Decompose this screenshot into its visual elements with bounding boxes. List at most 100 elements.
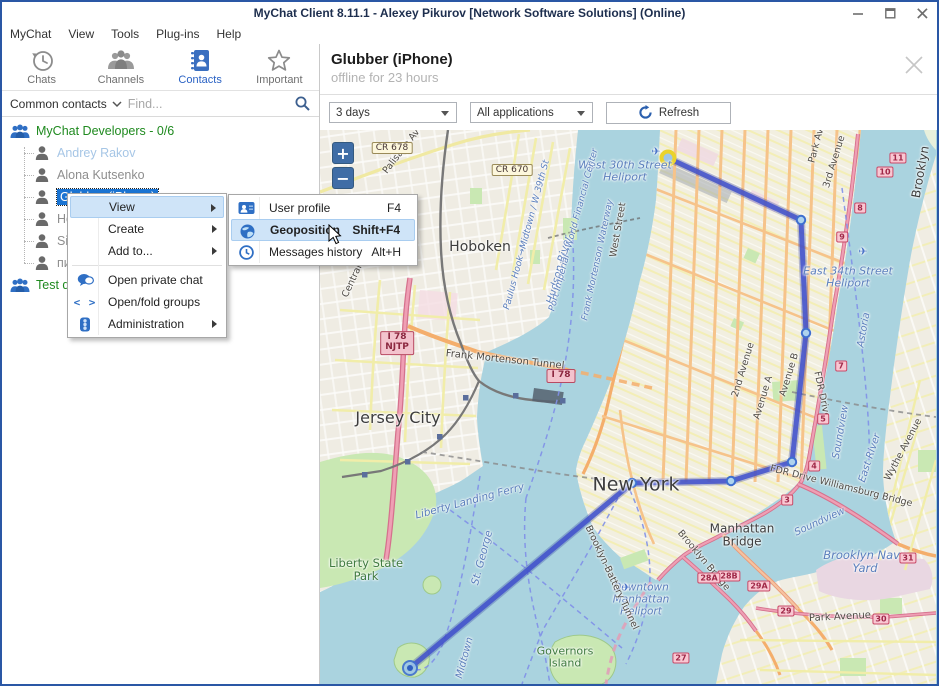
toolbar: Chats Channels (2, 44, 319, 91)
search-input[interactable] (128, 97, 294, 111)
minimize-button[interactable] (851, 6, 865, 20)
close-button[interactable] (915, 6, 929, 20)
maximize-button[interactable] (883, 6, 897, 20)
menu-item-messages-history[interactable]: Messages history Alt+H (231, 241, 415, 263)
title-bar: MyChat Client 8.11.1 - Alexey Pikurov [N… (2, 2, 937, 24)
left-column: Chats Channels (2, 44, 320, 684)
fold-groups-icon: < > (76, 294, 94, 310)
tab-label: Chats (27, 74, 56, 86)
history-clock-icon (29, 48, 55, 73)
menu-item-administration[interactable]: Administration (70, 313, 224, 335)
contact-status: offline for 23 hours (331, 70, 937, 85)
minimize-icon (853, 8, 864, 19)
menu-item-add-to[interactable]: Add to... (70, 240, 224, 262)
map-zoom-in-button[interactable]: + (332, 142, 354, 164)
submenu-arrow-icon (212, 247, 217, 255)
applications-value: All applications (477, 107, 554, 119)
contact-icon (34, 211, 50, 227)
menu-item-label: Administration (108, 317, 184, 331)
menu-item-label: Add to... (108, 244, 153, 258)
tab-label: Channels (98, 74, 144, 86)
tab-channels[interactable]: Channels (81, 44, 160, 90)
period-dropdown[interactable]: 3 days (329, 102, 457, 123)
contact-icon (34, 233, 50, 249)
menu-item-open-fold-groups[interactable]: < >Open/fold groups (70, 291, 224, 313)
geoposition-panel: Glubber (iPhone) offline for 23 hours 3 … (320, 44, 937, 684)
search-icon[interactable] (294, 95, 311, 112)
route-waypoint-marker (727, 477, 735, 485)
route-waypoint-marker (628, 479, 636, 487)
route-waypoint-marker (788, 458, 796, 466)
map-controls-row: 3 days All applications Refresh (320, 95, 937, 130)
tab-chats[interactable]: Chats (2, 44, 81, 90)
menubar-item-help[interactable]: Help (217, 27, 242, 41)
chat-bubble-icon (76, 272, 94, 288)
menu-item-create[interactable]: Create (70, 218, 224, 240)
address-book-icon (187, 48, 213, 73)
panel-header: Glubber (iPhone) offline for 23 hours (320, 44, 937, 95)
group-icon (10, 278, 30, 293)
submenu-arrow-icon (212, 320, 217, 328)
contact-name: Alona Kutsenko (57, 168, 145, 182)
context-menu: View Create Add to... Open private chat< >O… (67, 193, 227, 338)
people-group-icon (106, 48, 136, 73)
refresh-icon (638, 105, 653, 120)
window-controls (851, 2, 929, 24)
main-area: Chats Channels (2, 44, 937, 684)
view-submenu: User profile F4 Geoposition Shift+F4 Message… (228, 194, 418, 266)
menu-item-label: View (109, 200, 135, 214)
refresh-label: Refresh (659, 107, 699, 119)
contact-icon (34, 145, 50, 161)
user-card-icon (237, 200, 255, 216)
menubar-item-tools[interactable]: Tools (111, 27, 139, 41)
menu-item-label: User profile (269, 201, 330, 215)
menu-item-label: Messages history (269, 245, 362, 259)
chevron-down-icon (441, 111, 449, 116)
contacts-filter-dropdown[interactable]: Common contacts (10, 97, 107, 111)
submenu-arrow-icon (211, 204, 216, 212)
tab-contacts[interactable]: Contacts (161, 44, 240, 90)
menubar-item-plug-ins[interactable]: Plug-ins (156, 27, 199, 41)
menu-item-geoposition[interactable]: Geoposition Shift+F4 (231, 219, 415, 241)
menu-shortcut: Alt+H (371, 245, 401, 259)
app-window: MyChat Client 8.11.1 - Alexey Pikurov [N… (0, 0, 939, 686)
contacts-filter-row: Common contacts (2, 91, 319, 117)
map-zoom-out-button[interactable]: − (332, 167, 354, 189)
group-row[interactable]: MyChat Developers - 0/6 (2, 120, 319, 142)
applications-dropdown[interactable]: All applications (470, 102, 593, 123)
route-waypoint-marker (797, 216, 805, 224)
contact-icon (34, 189, 50, 205)
history-icon (237, 244, 255, 260)
menu-item-label: Geoposition (270, 223, 340, 237)
route-start-marker (662, 152, 675, 165)
tab-important[interactable]: Important (240, 44, 319, 90)
route-waypoint-marker (802, 329, 810, 337)
menu-item-view[interactable]: View (70, 196, 224, 218)
group-name: MyChat Developers - 0/6 (36, 124, 174, 138)
chevron-down-icon[interactable] (112, 101, 122, 108)
maximize-icon (885, 8, 896, 19)
contact-row[interactable]: Andrey Rakov (2, 142, 319, 164)
panel-close-button[interactable] (903, 54, 925, 81)
group-icon (10, 124, 30, 139)
menu-bar: MyChat View Tools Plug-ins Help (2, 24, 937, 44)
menubar-item-mychat[interactable]: MyChat (10, 27, 51, 41)
menu-item-user-profile[interactable]: User profile F4 (231, 197, 415, 219)
globe-icon (238, 223, 256, 239)
menubar-item-view[interactable]: View (68, 27, 94, 41)
menu-shortcut: F4 (387, 201, 401, 215)
period-value: 3 days (336, 107, 370, 119)
close-icon (903, 54, 925, 76)
menu-item-open-private-chat[interactable]: Open private chat (70, 269, 224, 291)
contact-row[interactable]: Alona Kutsenko (2, 164, 319, 186)
menu-item-label: Create (108, 222, 144, 236)
menu-shortcut: Shift+F4 (352, 223, 400, 237)
menu-separator (72, 265, 222, 266)
contact-icon (34, 167, 50, 183)
route-end-dot (407, 665, 413, 671)
traffic-light-icon (76, 316, 94, 332)
submenu-arrow-icon (212, 225, 217, 233)
contact-icon (34, 255, 50, 271)
chevron-down-icon (577, 111, 585, 116)
refresh-button[interactable]: Refresh (606, 102, 731, 124)
